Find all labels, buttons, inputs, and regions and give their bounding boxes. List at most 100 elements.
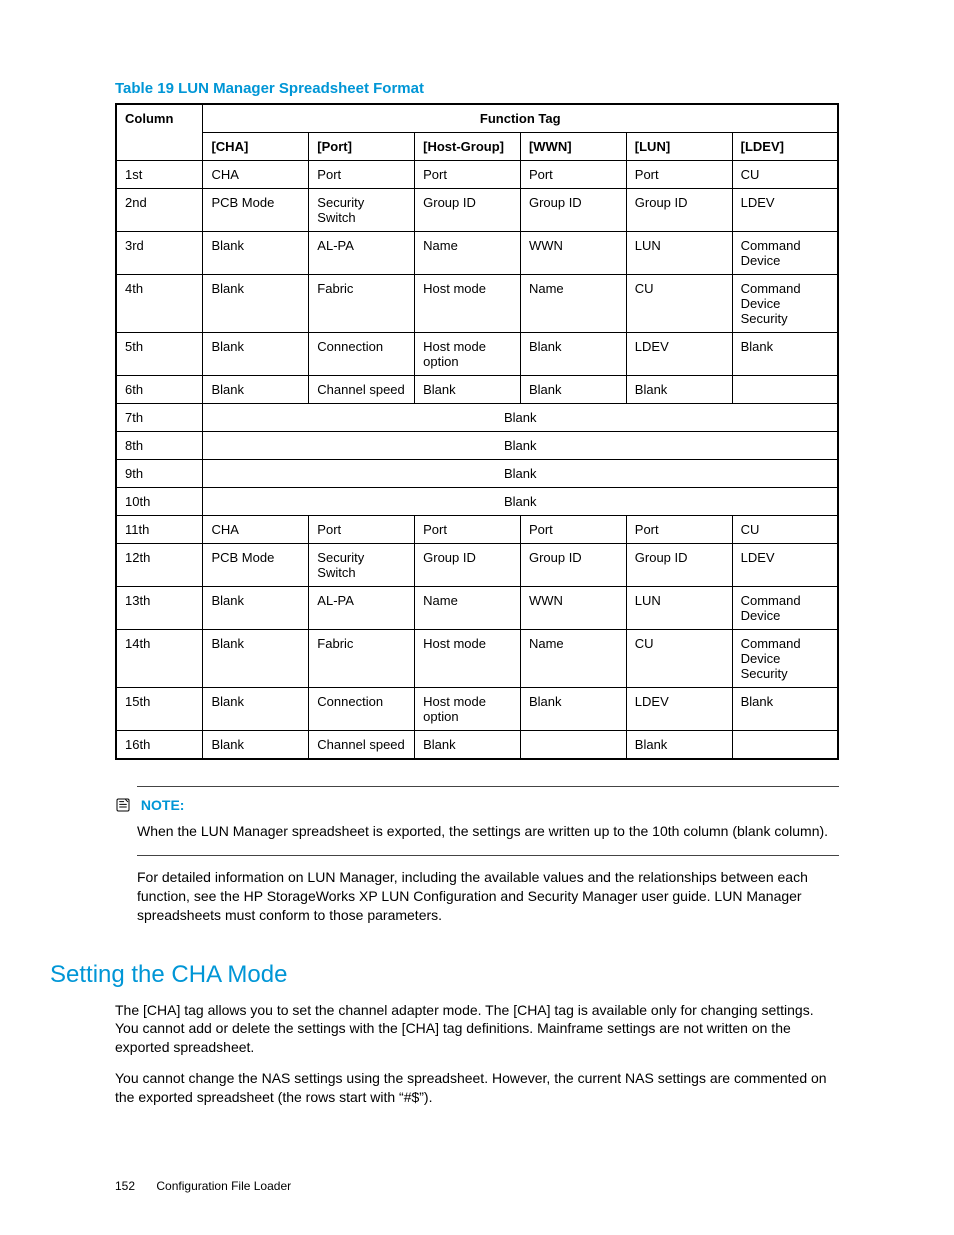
row-cell: Command Device: [732, 232, 838, 275]
row-column: 10th: [116, 488, 203, 516]
row-cell: Blank: [203, 630, 309, 688]
table-row: 4thBlankFabricHost modeNameCUCommand Dev…: [116, 275, 838, 333]
row-cell: Blank: [626, 731, 732, 760]
row-cell: Port: [415, 161, 521, 189]
table-row: 2ndPCB ModeSecurity SwitchGroup IDGroup …: [116, 189, 838, 232]
table-row: 11thCHAPortPortPortPortCU: [116, 516, 838, 544]
row-cell: CHA: [203, 516, 309, 544]
row-cell: [732, 731, 838, 760]
row-cell: Security Switch: [309, 544, 415, 587]
row-cell: Group ID: [520, 189, 626, 232]
row-cell: Blank: [203, 333, 309, 376]
row-column: 11th: [116, 516, 203, 544]
row-column: 8th: [116, 432, 203, 460]
note-block: NOTE: When the LUN Manager spreadsheet i…: [137, 786, 839, 856]
row-cell: Blank: [520, 376, 626, 404]
row-cell: Group ID: [520, 544, 626, 587]
row-column: 15th: [116, 688, 203, 731]
row-column: 6th: [116, 376, 203, 404]
row-cell: Host mode option: [415, 688, 521, 731]
row-cell: Blank: [203, 232, 309, 275]
row-cell: LDEV: [626, 333, 732, 376]
row-cell: Port: [309, 516, 415, 544]
page-number: 152: [115, 1179, 135, 1193]
row-column: 2nd: [116, 189, 203, 232]
row-cell: Blank: [203, 376, 309, 404]
row-cell: Name: [520, 630, 626, 688]
row-cell: Port: [520, 161, 626, 189]
table-row: 8thBlank: [116, 432, 838, 460]
row-cell: CU: [626, 275, 732, 333]
row-cell: [520, 731, 626, 760]
row-cell: Group ID: [626, 544, 732, 587]
row-cell: Host mode: [415, 630, 521, 688]
row-cell: CU: [732, 161, 838, 189]
row-column: 16th: [116, 731, 203, 760]
row-cell: LUN: [626, 232, 732, 275]
row-column: 9th: [116, 460, 203, 488]
row-cell: LDEV: [626, 688, 732, 731]
table-row: 10thBlank: [116, 488, 838, 516]
footer-title: Configuration File Loader: [156, 1179, 291, 1193]
lun-manager-table: Column Function Tag [CHA] [Port] [Host-G…: [115, 103, 839, 760]
table-row: 14thBlankFabricHost modeNameCUCommand De…: [116, 630, 838, 688]
row-cell: Blank: [520, 688, 626, 731]
table-row: 12thPCB ModeSecurity SwitchGroup IDGroup…: [116, 544, 838, 587]
row-cell: Blank: [520, 333, 626, 376]
row-cell: Command Device: [732, 587, 838, 630]
row-cell: Group ID: [415, 189, 521, 232]
row-cell: Connection: [309, 333, 415, 376]
row-cell: Name: [415, 587, 521, 630]
row-cell: Host mode: [415, 275, 521, 333]
note-label: NOTE:: [141, 797, 185, 813]
row-cell: Port: [309, 161, 415, 189]
page-footer: 152 Configuration File Loader: [115, 1179, 291, 1193]
th-port: [Port]: [309, 133, 415, 161]
row-cell: Name: [415, 232, 521, 275]
note-icon: [115, 797, 131, 816]
row-cell: AL-PA: [309, 587, 415, 630]
row-cell: Channel speed: [309, 731, 415, 760]
th-function-tag: Function Tag: [203, 104, 838, 133]
th-ldev: [LDEV]: [732, 133, 838, 161]
table-title: Table 19 LUN Manager Spreadsheet Format: [115, 80, 839, 97]
row-column: 13th: [116, 587, 203, 630]
table-row: 7thBlank: [116, 404, 838, 432]
row-cell: Host mode option: [415, 333, 521, 376]
table-row: 3rdBlankAL-PANameWWNLUNCommand Device: [116, 232, 838, 275]
table-row: 6thBlankChannel speedBlankBlankBlank: [116, 376, 838, 404]
row-cell: Security Switch: [309, 189, 415, 232]
row-cell: Fabric: [309, 630, 415, 688]
row-cell: Group ID: [626, 189, 732, 232]
row-cell: [732, 376, 838, 404]
th-hostgroup: [Host-Group]: [415, 133, 521, 161]
row-cell: Blank: [203, 688, 309, 731]
row-column: 7th: [116, 404, 203, 432]
row-cell: Channel speed: [309, 376, 415, 404]
th-cha: [CHA]: [203, 133, 309, 161]
row-cell: Command Device Security: [732, 275, 838, 333]
section-p2: You cannot change the NAS settings using…: [115, 1069, 839, 1107]
section-p1: The [CHA] tag allows you to set the chan…: [115, 1001, 839, 1058]
row-cell: LDEV: [732, 189, 838, 232]
note-text: When the LUN Manager spreadsheet is expo…: [137, 822, 839, 841]
row-cell: Fabric: [309, 275, 415, 333]
row-cell: Blank: [732, 333, 838, 376]
row-column: 14th: [116, 630, 203, 688]
row-span-cell: Blank: [203, 432, 838, 460]
table-row: 9thBlank: [116, 460, 838, 488]
row-cell: Group ID: [415, 544, 521, 587]
row-span-cell: Blank: [203, 404, 838, 432]
row-span-cell: Blank: [203, 488, 838, 516]
row-cell: Port: [626, 516, 732, 544]
row-column: 5th: [116, 333, 203, 376]
row-cell: CHA: [203, 161, 309, 189]
row-cell: Blank: [626, 376, 732, 404]
row-column: 1st: [116, 161, 203, 189]
row-cell: PCB Mode: [203, 544, 309, 587]
row-cell: Blank: [732, 688, 838, 731]
row-column: 3rd: [116, 232, 203, 275]
table-row: 5thBlankConnectionHost mode optionBlankL…: [116, 333, 838, 376]
row-cell: PCB Mode: [203, 189, 309, 232]
row-cell: Blank: [415, 731, 521, 760]
